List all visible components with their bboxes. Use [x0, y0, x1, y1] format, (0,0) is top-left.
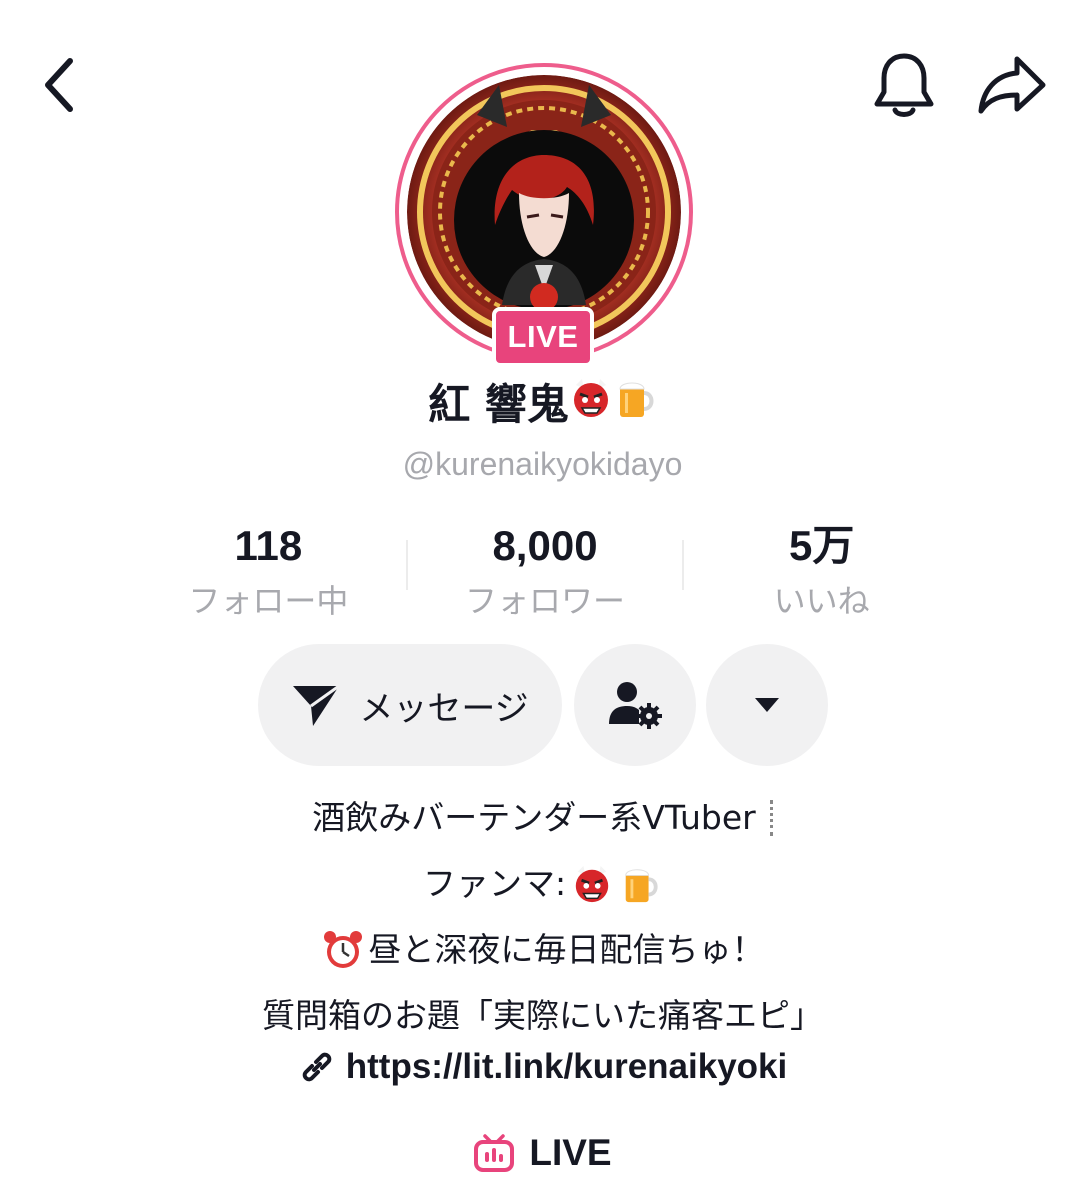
- username-handle: @kurenaikyokidayo: [402, 446, 683, 482]
- user-settings-icon: [609, 682, 662, 729]
- bio-link[interactable]: https://lit.link/kurenaikyoki: [0, 1040, 1085, 1094]
- bio-text: ファンマ:: [422, 864, 567, 903]
- tv-live-icon: [474, 1134, 515, 1172]
- caret-down-icon: [755, 698, 779, 712]
- notification-bell-button[interactable]: [868, 45, 940, 125]
- following-label: フォロー中: [188, 582, 349, 620]
- likes-count: 5万: [789, 522, 855, 569]
- more-options-button[interactable]: [706, 644, 828, 766]
- followers-label: フォロワー: [465, 582, 626, 620]
- bio-link-text: https://lit.link/kurenaikyoki: [345, 1047, 788, 1086]
- profile-stats: 118 フォロー中 8,000 フォロワー 5万 いいね: [130, 520, 960, 620]
- following-count: 118: [234, 522, 303, 569]
- profile-actions: メッセージ: [258, 644, 828, 766]
- chevron-left-icon: [45, 58, 73, 112]
- bio-line: 酒飲みバーテンダー系VTuber: [0, 785, 1085, 851]
- back-button[interactable]: [28, 50, 88, 120]
- followers-count: 8,000: [492, 522, 598, 569]
- send-icon: [293, 684, 341, 726]
- dotted-separator: [769, 800, 773, 836]
- live-tab-label: LIVE: [529, 1132, 612, 1173]
- red-oni-mask-emoji: [569, 376, 613, 420]
- beer-mug-emoji: [618, 862, 662, 906]
- display-name-text: 紅 響鬼: [428, 380, 569, 429]
- alarm-clock-emoji: [321, 928, 365, 972]
- likes-label: いいね: [773, 582, 870, 620]
- live-tab[interactable]: LIVE: [0, 1125, 1085, 1181]
- bio-line: ファンマ:: [0, 851, 1085, 917]
- bio-line: 昼と深夜に毎日配信ちゅ！: [0, 917, 1085, 983]
- share-button[interactable]: [972, 45, 1052, 125]
- bell-icon: [874, 53, 934, 117]
- red-oni-mask-emoji: [570, 862, 614, 906]
- bio-text: 昼と深夜に毎日配信ちゅ！: [368, 930, 765, 969]
- link-icon: [302, 1052, 332, 1082]
- display-name: 紅 響鬼: [0, 375, 1085, 435]
- likes-stat[interactable]: 5万 いいね: [683, 520, 960, 620]
- message-button[interactable]: メッセージ: [258, 644, 562, 766]
- message-button-label: メッセージ: [359, 688, 529, 729]
- beer-mug-emoji: [613, 376, 657, 420]
- friend-settings-button[interactable]: [574, 644, 696, 766]
- bio-text: 酒飲みバーテンダー系VTuber: [312, 798, 756, 837]
- live-badge[interactable]: LIVE: [492, 307, 594, 367]
- followers-stat[interactable]: 8,000 フォロワー: [407, 520, 684, 620]
- following-stat[interactable]: 118 フォロー中: [130, 520, 407, 620]
- profile-bio: 酒飲みバーテンダー系VTuber ファンマ: 昼と深夜に毎日配信ちゅ！ 質問箱の…: [0, 785, 1085, 1049]
- share-icon: [978, 56, 1046, 114]
